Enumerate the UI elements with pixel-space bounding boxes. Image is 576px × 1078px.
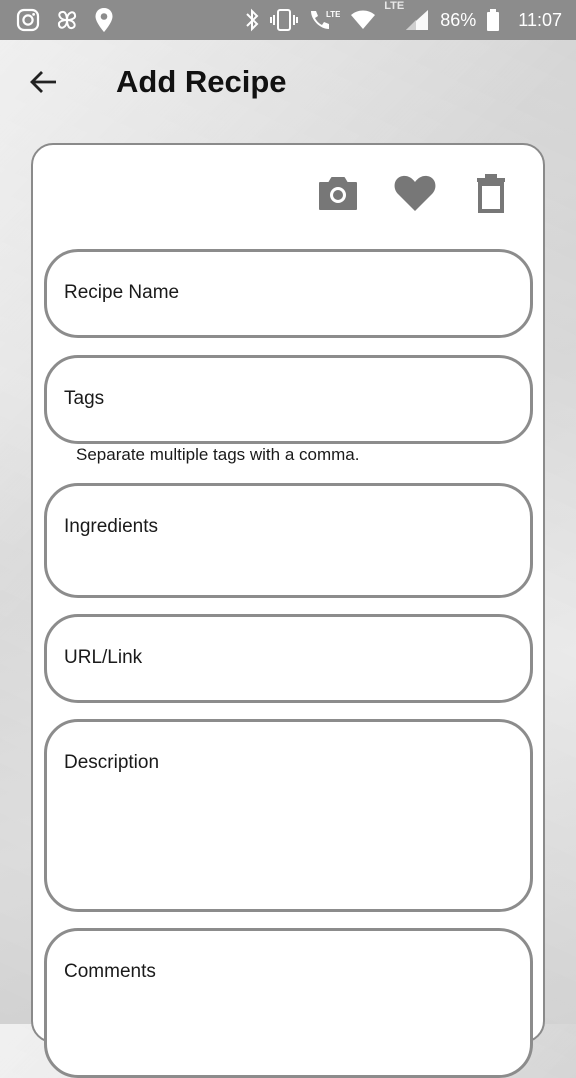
heart-icon <box>393 173 437 218</box>
wifi-icon <box>350 9 376 31</box>
battery-percent: 86% <box>440 9 477 30</box>
svg-text:LTE: LTE <box>326 10 340 19</box>
pinwheel-icon <box>54 7 80 33</box>
camera-icon <box>317 174 359 217</box>
comments-field[interactable]: Comments <box>44 928 533 1078</box>
wifi-calling-icon: LTE <box>308 8 340 32</box>
delete-button[interactable] <box>469 173 513 218</box>
description-field[interactable]: Description <box>44 719 533 912</box>
description-label: Description <box>64 752 160 773</box>
tags-label: Tags <box>64 388 105 409</box>
comments-label: Comments <box>64 961 156 982</box>
url-label: URL/Link <box>64 647 143 668</box>
location-pin-icon <box>94 7 114 33</box>
lte-label: LTE <box>384 0 405 12</box>
favorite-button[interactable] <box>393 175 437 215</box>
tags-helper-text: Separate multiple tags with a comma. <box>76 445 360 464</box>
ingredients-label: Ingredients <box>64 516 159 537</box>
recipe-form-card: Recipe Name Tags Separate multiple tags … <box>29 143 545 1078</box>
action-toolbar <box>29 173 543 218</box>
recipe-name-label: Recipe Name <box>64 282 180 303</box>
trash-icon <box>475 173 507 218</box>
page-title: Add Recipe <box>116 64 287 99</box>
camera-button[interactable] <box>316 175 360 215</box>
arrow-left-icon <box>29 67 59 102</box>
vibrate-icon <box>270 8 299 32</box>
instagram-icon <box>16 8 40 32</box>
status-bar: LTE LTE 86% 11:07 <box>0 0 576 40</box>
app-bar: Add Recipe <box>0 40 576 130</box>
tags-field[interactable]: Tags <box>44 355 533 444</box>
clock: 11:07 <box>518 9 562 30</box>
bluetooth-icon <box>244 8 260 32</box>
ingredients-field[interactable]: Ingredients <box>44 483 533 598</box>
recipe-name-field[interactable]: Recipe Name <box>44 249 533 338</box>
url-field[interactable]: URL/Link <box>44 614 533 703</box>
back-button[interactable] <box>26 66 62 102</box>
battery-icon <box>486 8 500 32</box>
signal-icon: LTE <box>384 0 430 32</box>
